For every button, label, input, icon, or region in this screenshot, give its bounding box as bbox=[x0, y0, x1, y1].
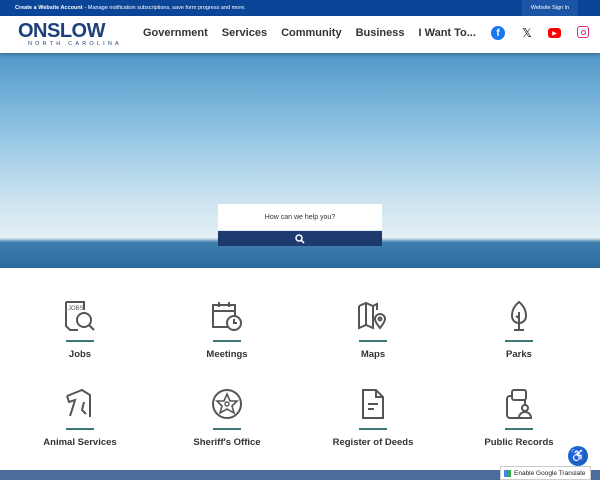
instagram-icon[interactable] bbox=[577, 26, 589, 38]
nav-services[interactable]: Services bbox=[222, 27, 267, 39]
document-icon bbox=[362, 389, 384, 419]
accessibility-icon[interactable]: ♿ bbox=[568, 446, 588, 466]
main-nav: Government Services Community Business I… bbox=[143, 27, 476, 39]
calendar-clock-icon bbox=[212, 302, 242, 331]
tile-underline bbox=[213, 428, 241, 430]
map-pin-icon bbox=[358, 301, 387, 330]
nav-government[interactable]: Government bbox=[143, 27, 208, 39]
search-button[interactable] bbox=[218, 231, 382, 246]
dog-icon bbox=[66, 388, 91, 417]
google-translate-icon bbox=[504, 469, 511, 477]
tile-label: Animal Services bbox=[43, 437, 117, 448]
site-header: ONSLOW NORTH CAROLINA Government Service… bbox=[0, 16, 600, 53]
site-search-input[interactable]: How can we help you? bbox=[218, 204, 382, 230]
tree-icon bbox=[510, 300, 528, 331]
tile-parks[interactable]: Parks bbox=[449, 300, 589, 360]
logo-main-text: ONSLOW bbox=[18, 20, 105, 42]
tile-label: Public Records bbox=[484, 437, 554, 448]
nav-business[interactable]: Business bbox=[356, 27, 405, 39]
nav-i-want-to[interactable]: I Want To... bbox=[418, 27, 475, 39]
sheriff-badge-icon bbox=[212, 389, 242, 419]
create-account-link[interactable]: Create a Website Account bbox=[15, 5, 83, 11]
tile-label: Meetings bbox=[206, 349, 248, 360]
records-person-icon bbox=[506, 389, 533, 419]
tile-underline bbox=[66, 340, 94, 342]
tile-label: Jobs bbox=[68, 349, 92, 360]
jobs-search-icon: JOBS bbox=[65, 301, 95, 331]
tile-underline bbox=[66, 428, 94, 430]
google-translate-button[interactable]: Enable Google Translate bbox=[500, 466, 591, 480]
tile-underline bbox=[505, 340, 533, 342]
nav-community[interactable]: Community bbox=[281, 27, 342, 39]
tile-label: Maps bbox=[360, 349, 386, 360]
tile-maps[interactable]: Maps bbox=[303, 300, 443, 360]
account-description: - Manage notification subscriptions, sav… bbox=[84, 5, 246, 11]
search-icon bbox=[295, 233, 305, 244]
tile-label: Sheriff's Office bbox=[193, 437, 261, 448]
tile-jobs[interactable]: JOBS Jobs bbox=[10, 300, 150, 360]
facebook-icon[interactable]: f bbox=[491, 26, 505, 40]
website-sign-in-button[interactable]: Website Sign In bbox=[522, 0, 578, 16]
tile-underline bbox=[359, 340, 387, 342]
tile-underline bbox=[359, 428, 387, 430]
tile-sheriffs-office[interactable]: Sheriff's Office bbox=[157, 388, 297, 448]
tile-label: Register of Deeds bbox=[332, 437, 414, 448]
tile-register-of-deeds[interactable]: Register of Deeds bbox=[303, 388, 443, 448]
tile-meetings[interactable]: Meetings bbox=[157, 300, 297, 360]
svg-text:JOBS: JOBS bbox=[68, 306, 84, 312]
logo-sub-text: NORTH CAROLINA bbox=[28, 41, 122, 47]
x-icon[interactable]: 𝕏 bbox=[520, 26, 534, 40]
youtube-icon[interactable]: ▶ bbox=[548, 28, 561, 38]
onslow-logo[interactable]: ONSLOW NORTH CAROLINA bbox=[18, 21, 122, 47]
tile-label: Parks bbox=[506, 349, 532, 360]
tile-animal-services[interactable]: Animal Services bbox=[10, 388, 150, 448]
top-announcement-bar: Create a Website Account - Manage notifi… bbox=[0, 0, 600, 16]
tile-underline bbox=[505, 428, 533, 430]
tile-underline bbox=[213, 340, 241, 342]
tile-public-records[interactable]: Public Records bbox=[449, 388, 589, 448]
translate-label: Enable Google Translate bbox=[514, 469, 586, 477]
